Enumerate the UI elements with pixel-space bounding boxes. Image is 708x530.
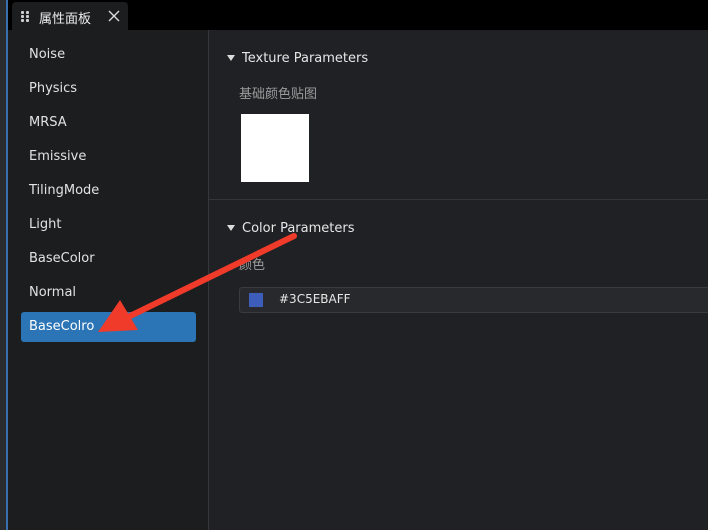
caret-down-icon [227,55,235,61]
color-parameters-header[interactable]: Color Parameters [227,218,354,238]
sidebar-item-normal[interactable]: Normal [21,278,196,308]
sidebar: Noise Physics MRSA Emissive TilingMode L… [8,30,208,530]
tab-title: 属性面板 [39,12,92,27]
color-label: 颜色 [239,258,266,273]
tab-properties-panel[interactable]: 属性面板 [12,2,128,30]
sidebar-item-basecolro[interactable]: BaseColro [21,312,196,342]
texture-thumbnail[interactable] [241,114,309,182]
caret-down-icon [227,225,235,231]
section-title: Texture Parameters [242,50,369,66]
sidebar-item-mrsa[interactable]: MRSA [21,108,196,138]
base-color-texture-label: 基础颜色贴图 [239,87,318,102]
sidebar-item-tilingmode[interactable]: TilingMode [21,176,196,206]
sidebar-item-physics[interactable]: Physics [21,74,196,104]
color-swatch[interactable] [249,293,263,307]
tab-bar: 属性面板 [8,0,708,30]
sidebar-item-light[interactable]: Light [21,210,196,240]
sidebar-item-noise[interactable]: Noise [21,40,196,70]
color-field[interactable]: #3C5EBAFF [239,287,708,313]
texture-parameters-header[interactable]: Texture Parameters [227,48,368,68]
sidebar-item-emissive[interactable]: Emissive [21,142,196,172]
close-icon[interactable] [107,9,121,23]
properties-panel: Noise Physics MRSA Emissive TilingMode L… [8,30,708,530]
parameters-pane: Texture Parameters 基础颜色贴图 Color Paramete… [209,30,708,530]
sidebar-item-basecolor[interactable]: BaseColor [21,244,196,274]
section-divider [209,199,708,200]
drag-grip-icon[interactable] [21,11,31,23]
color-hex-value[interactable]: #3C5EBAFF [279,292,351,306]
section-title: Color Parameters [242,220,355,236]
